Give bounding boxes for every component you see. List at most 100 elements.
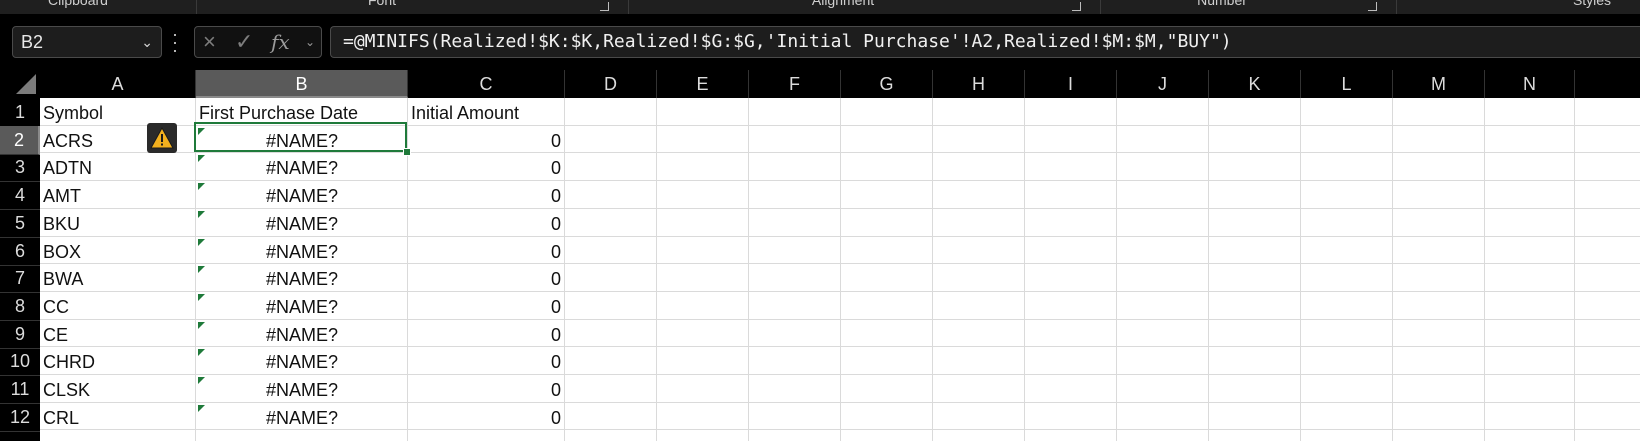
more-options-icon[interactable]: · · · — [172, 25, 178, 59]
row-header-3[interactable]: 3 — [0, 153, 40, 183]
cell-b3[interactable]: #NAME? — [196, 153, 408, 182]
cell-c3[interactable]: 0 — [408, 153, 565, 182]
cell-b4[interactable]: #NAME? — [196, 181, 408, 210]
row-header-12[interactable]: 12 — [0, 403, 40, 432]
gridline-vertical — [656, 98, 657, 441]
cancel-icon[interactable]: × — [203, 27, 216, 57]
gridline-vertical — [1024, 98, 1025, 441]
column-header-d[interactable]: D — [565, 70, 657, 98]
cell-c10[interactable]: 0 — [408, 347, 565, 376]
row-header-column: 1 2 3 4 5 6 7 8 9 10 11 12 — [0, 98, 40, 441]
name-box[interactable]: B2 ⌄ — [12, 26, 162, 58]
row-header-6[interactable]: 6 — [0, 237, 40, 266]
error-smart-tag[interactable] — [147, 123, 177, 153]
cell-c11[interactable]: 0 — [408, 375, 565, 404]
row-header-11[interactable]: 11 — [0, 375, 40, 404]
cell-a9[interactable]: CE — [40, 320, 196, 349]
cell-c7[interactable]: 0 — [408, 264, 565, 293]
gridline-vertical — [1300, 98, 1301, 441]
cell-a4[interactable]: AMT — [40, 181, 196, 210]
enter-icon[interactable]: ✓ — [235, 27, 253, 57]
error-indicator-icon — [198, 238, 205, 246]
cell-c1[interactable]: Initial Amount — [408, 98, 565, 127]
ribbon-group-label: Font — [367, 0, 397, 8]
row-header-10[interactable]: 10 — [0, 347, 40, 377]
cell-c12[interactable]: 0 — [408, 403, 565, 432]
cell-a6[interactable]: BOX — [40, 237, 196, 266]
ribbon-group-label: Styles — [1572, 0, 1612, 8]
number-dialog-launcher-icon[interactable] — [1368, 2, 1377, 11]
chevron-down-icon[interactable]: ⌄ — [305, 27, 315, 57]
row-header-1[interactable]: 1 — [0, 98, 40, 127]
ribbon-group-label: Clipboard — [48, 0, 108, 8]
cell-b10[interactable]: #NAME? — [196, 347, 408, 376]
formula-buttons: × ✓ fx ⌄ — [194, 26, 322, 58]
cell-b9[interactable]: #NAME? — [196, 320, 408, 349]
error-indicator-icon — [198, 321, 205, 329]
cell-a5[interactable]: BKU — [40, 209, 196, 238]
cell-c6[interactable]: 0 — [408, 237, 565, 266]
column-header-a[interactable]: A — [40, 70, 196, 98]
column-header-n[interactable]: N — [1485, 70, 1575, 98]
cell-c9[interactable]: 0 — [408, 320, 565, 349]
insert-function-icon[interactable]: fx — [271, 27, 290, 57]
cell-b7[interactable]: #NAME? — [196, 264, 408, 293]
row-header-8[interactable]: 8 — [0, 292, 40, 321]
column-header-e[interactable]: E — [657, 70, 749, 98]
row-header-5[interactable]: 5 — [0, 209, 40, 238]
ribbon-strip: Clipboard Font Alignment Number Styles — [0, 0, 1640, 14]
fill-handle[interactable] — [403, 148, 411, 156]
error-indicator-icon — [198, 404, 205, 412]
cell-c4[interactable]: 0 — [408, 181, 565, 210]
formula-input[interactable]: =@MINIFS(Realized!$K:$K,Realized!$G:$G,'… — [330, 26, 1640, 58]
column-header-m[interactable]: M — [1393, 70, 1485, 98]
cell-a3[interactable]: ADTN — [40, 153, 196, 182]
column-header-f[interactable]: F — [749, 70, 841, 98]
cell-a8[interactable]: CC — [40, 292, 196, 321]
select-all-button[interactable] — [0, 70, 40, 98]
cell-b8[interactable]: #NAME? — [196, 292, 408, 321]
column-header-row: ABCDEFGHIJKLMN — [0, 70, 1640, 98]
cell-c8[interactable]: 0 — [408, 292, 565, 321]
column-header-k[interactable]: K — [1209, 70, 1301, 98]
gridline-vertical — [1484, 98, 1485, 441]
gridline-vertical — [1574, 98, 1575, 441]
column-header-b[interactable]: B — [196, 70, 408, 98]
error-indicator-icon — [198, 183, 205, 191]
cell-a7[interactable]: BWA — [40, 264, 196, 293]
row-header-2[interactable]: 2 — [0, 125, 40, 155]
gridline-vertical — [932, 98, 933, 441]
row-header-4[interactable]: 4 — [0, 181, 40, 211]
name-box-value: B2 — [21, 32, 44, 52]
cell-b6[interactable]: #NAME? — [196, 237, 408, 266]
cell-b12[interactable]: #NAME? — [196, 403, 408, 432]
row-header-7[interactable]: 7 — [0, 264, 40, 294]
cell-a10[interactable]: CHRD — [40, 347, 196, 376]
font-dialog-launcher-icon[interactable] — [600, 2, 609, 11]
column-header-i[interactable]: I — [1025, 70, 1117, 98]
ribbon-group-font: Font — [196, 0, 629, 14]
alignment-dialog-launcher-icon[interactable] — [1072, 2, 1081, 11]
ribbon-group-clipboard: Clipboard — [0, 0, 197, 14]
cell-a11[interactable]: CLSK — [40, 375, 196, 404]
error-indicator-icon — [198, 377, 205, 384]
cell-a12[interactable]: CRL — [40, 403, 196, 432]
cell-c5[interactable]: 0 — [408, 209, 565, 238]
column-header-j[interactable]: J — [1117, 70, 1209, 98]
ribbon-group-number: Number — [1100, 0, 1397, 14]
ribbon-group-alignment: Alignment — [628, 0, 1101, 14]
column-header-g[interactable]: G — [841, 70, 933, 98]
ribbon-group-label: Alignment — [811, 0, 875, 8]
cell-b5[interactable]: #NAME? — [196, 209, 408, 238]
active-cell-border — [194, 122, 407, 152]
column-header-c[interactable]: C — [408, 70, 565, 98]
row-header-9[interactable]: 9 — [0, 320, 40, 349]
column-header-l[interactable]: L — [1301, 70, 1393, 98]
ribbon-group-styles: Styles — [1396, 0, 1640, 14]
column-header-h[interactable]: H — [933, 70, 1025, 98]
cell-b11[interactable]: #NAME? — [196, 375, 408, 404]
error-indicator-icon — [198, 349, 205, 357]
gridline-vertical — [1208, 98, 1209, 441]
chevron-down-icon[interactable]: ⌄ — [141, 27, 153, 57]
cell-c2[interactable]: 0 — [408, 126, 565, 155]
